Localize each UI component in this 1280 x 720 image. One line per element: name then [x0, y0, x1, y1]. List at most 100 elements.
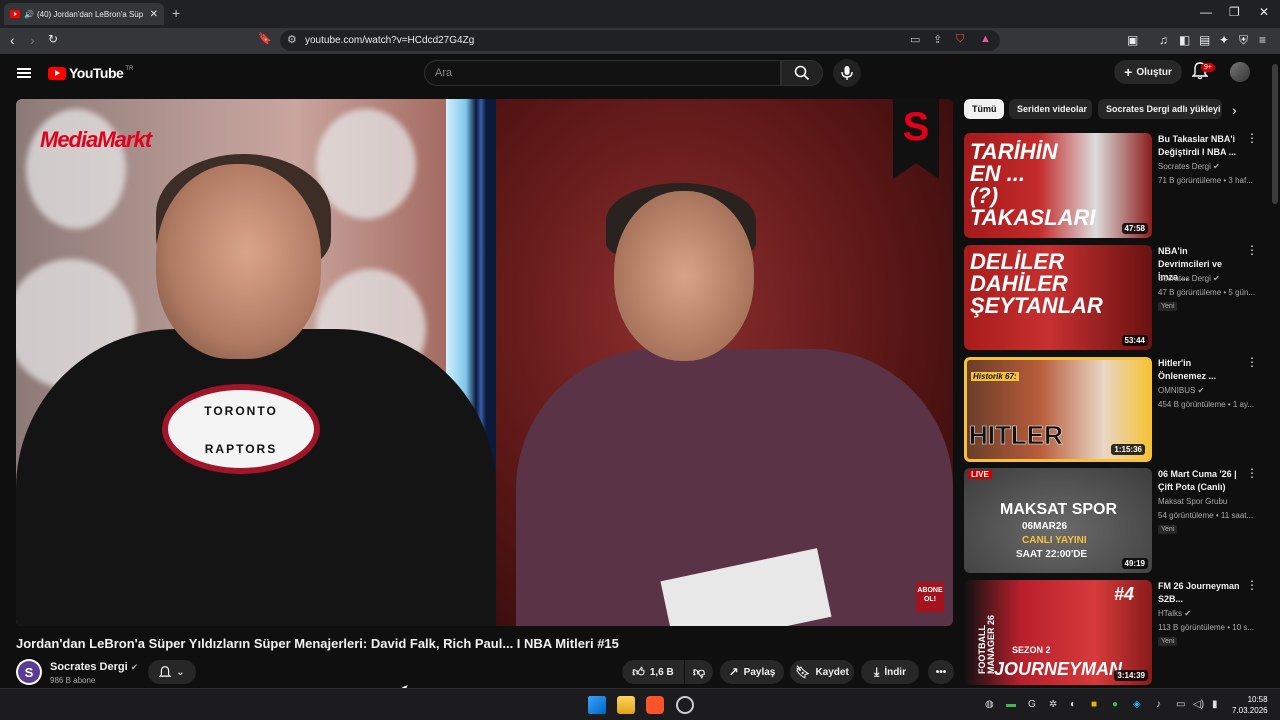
voice-search-button[interactable]	[833, 59, 861, 87]
brave-browser-icon[interactable]	[646, 696, 664, 714]
reload-icon[interactable]: ↻	[48, 32, 58, 46]
recommendation-channel[interactable]: Socrates Dergi ✔	[1158, 162, 1220, 171]
youtube-logo[interactable]: YouTube TR	[48, 65, 133, 81]
recommendation-item[interactable]: LIVE MAKSAT SPOR 06MAR26 CANLI YAYINI SA…	[964, 467, 1264, 573]
chip-uploader[interactable]: Socrates Dergi adlı yükleyi	[1098, 99, 1222, 119]
url-text[interactable]: youtube.com/watch?v=HCdcd27G4Zg	[305, 35, 474, 46]
channel-name[interactable]: Socrates Dergi ✔	[50, 661, 138, 673]
taskbar-clock[interactable]: 10:58 7.03.2026	[1232, 694, 1268, 716]
recommendation-title[interactable]: Hitler'in Önlenemez ...	[1158, 357, 1240, 383]
recommendation-channel[interactable]: OMNIBUS ✔	[1158, 386, 1204, 395]
app-icon[interactable]	[676, 696, 694, 714]
recommendation-title[interactable]: 06 Mart Cuma '26 | Çift Pota (Canlı)	[1158, 468, 1240, 494]
brave-rewards-icon[interactable]: ▲	[980, 33, 991, 45]
youtube-masthead: YouTube TR + Oluştur 9+	[0, 54, 1270, 94]
back-icon[interactable]: ‹	[10, 32, 15, 48]
menu-icon[interactable]: ≡	[1259, 33, 1266, 47]
recommendation-channel[interactable]: Socrates Dergi ✔	[1158, 274, 1220, 283]
video-thumbnail[interactable]: DELİLER DAHİLER ŞEYTANLAR 53:44	[964, 245, 1152, 350]
address-bar[interactable]: ⚙ youtube.com/watch?v=HCdcd27G4Zg ▭ ⇪ ⛉ …	[280, 30, 1000, 51]
recommendation-channel[interactable]: HTalks ✔	[1158, 609, 1191, 618]
more-vertical-icon[interactable]: ⋮	[1246, 244, 1258, 256]
recommendation-title[interactable]: FM 26 Journeyman S2B...	[1158, 580, 1240, 606]
tray-app-icon[interactable]: ◍	[985, 699, 994, 710]
tray-app-icon[interactable]: ●	[1112, 699, 1118, 710]
video-thumbnail[interactable]: Historik 67: HITLER 1:15:36	[964, 357, 1152, 462]
video-thumbnail[interactable]: FOOTBALL MANAGER 26 #4 SEZON 2 JOURNEYMA…	[964, 580, 1152, 685]
wallet-icon[interactable]: ▤	[1199, 33, 1210, 47]
account-avatar[interactable]	[1230, 62, 1250, 82]
video-player[interactable]: TORONTO RAPTORS MediaMarkt S ABONE OL!	[16, 99, 953, 626]
tray-battery-icon[interactable]: ▮	[1212, 699, 1218, 710]
notification-bell-button[interactable]: ⌄	[148, 660, 196, 684]
dislike-button[interactable]: 👎︎	[685, 660, 713, 684]
forward-icon[interactable]: ›	[30, 32, 35, 48]
browser-tab-active[interactable]: 🔊 (40) Jordan'dan LeBron'a Süp ✕	[4, 3, 164, 25]
cast-icon[interactable]: ▭	[910, 33, 920, 46]
speaker-icon[interactable]: 🔊	[24, 10, 34, 19]
share-icon: ↗	[728, 665, 739, 679]
search-button[interactable]	[781, 60, 823, 86]
share-button[interactable]: ↗ Paylaş	[720, 660, 784, 684]
subscribe-overlay[interactable]: ABONE OL!	[916, 582, 944, 612]
search-box[interactable]	[424, 60, 781, 86]
recommendation-channel[interactable]: Maksat Spor Grubu	[1158, 497, 1227, 506]
new-badge: Yeni	[1158, 302, 1178, 311]
site-info-icon[interactable]: ⚙	[287, 33, 297, 46]
more-horizontal-icon: •••	[935, 666, 947, 678]
more-actions-button[interactable]: •••	[928, 660, 954, 684]
restore-icon[interactable]: ❐	[1229, 5, 1240, 19]
new-tab-icon[interactable]: +	[172, 5, 180, 21]
download-button[interactable]: ⤓ İndir	[861, 660, 919, 684]
tray-volume-icon[interactable]: ◁)	[1193, 699, 1204, 710]
sidebar-icon[interactable]: ◧	[1179, 33, 1190, 47]
recommendation-item[interactable]: TARİHİN EN ... (?) TAKASLARI 47:58 Bu Ta…	[964, 132, 1264, 238]
more-vertical-icon[interactable]: ⋮	[1246, 132, 1258, 144]
recommendation-item[interactable]: Historik 67: HITLER 1:15:36 Hitler'in Ön…	[964, 356, 1264, 462]
save-button[interactable]: 🔖︎ Kaydet	[790, 660, 854, 684]
video-thumbnail[interactable]: LIVE MAKSAT SPOR 06MAR26 CANLI YAYINI SA…	[964, 468, 1152, 573]
tray-app-icon[interactable]: ■	[1091, 699, 1097, 710]
tab-close-icon[interactable]: ✕	[150, 9, 158, 20]
guide-menu-icon[interactable]	[17, 68, 31, 78]
brave-shield-icon[interactable]: ⛉	[956, 33, 964, 46]
leo-ai-icon[interactable]: ✦	[1219, 33, 1229, 47]
like-button[interactable]: 👍︎ 1,6 B	[622, 660, 684, 684]
recommendation-item[interactable]: DELİLER DAHİLER ŞEYTANLAR 53:44 NBA'in D…	[964, 244, 1264, 350]
tray-app-icon[interactable]: G	[1028, 699, 1036, 710]
recommendation-channel-name: Socrates Dergi	[1158, 274, 1211, 283]
window-close-icon[interactable]: ✕	[1259, 5, 1269, 19]
more-vertical-icon[interactable]: ⋮	[1246, 356, 1258, 368]
more-vertical-icon[interactable]: ⋮	[1246, 467, 1258, 479]
recommendation-item[interactable]: FOOTBALL MANAGER 26 #4 SEZON 2 JOURNEYMA…	[964, 579, 1264, 685]
chevron-right-icon[interactable]: ›	[1232, 102, 1237, 118]
chip-series[interactable]: Seriden videolar	[1009, 99, 1092, 119]
tray-network-icon[interactable]: ▭	[1176, 699, 1185, 710]
bookmark-icon[interactable]: 🔖	[258, 32, 272, 45]
verified-icon: ✔	[1184, 609, 1191, 618]
video-thumbnail[interactable]: TARİHİN EN ... (?) TAKASLARI 47:58	[964, 133, 1152, 238]
page-scrollbar[interactable]	[1270, 54, 1280, 688]
search-input[interactable]	[435, 67, 755, 79]
windows-start-icon[interactable]	[588, 696, 606, 714]
reader-mode-icon[interactable]: ▣	[1127, 33, 1138, 47]
file-explorer-icon[interactable]	[617, 696, 635, 714]
recommendation-title[interactable]: Bu Takaslar NBA'i Değiştirdi I NBA ...	[1158, 133, 1240, 159]
tray-app-icon[interactable]: ◐	[1070, 699, 1076, 710]
tray-app-icon[interactable]: ◈	[1133, 699, 1141, 710]
tray-app-icon[interactable]: ✲	[1049, 699, 1057, 710]
recommendation-channel-name: Socrates Dergi	[1158, 162, 1211, 171]
channel-avatar[interactable]: S	[16, 659, 42, 685]
scrollbar-thumb[interactable]	[1272, 64, 1278, 204]
more-vertical-icon[interactable]: ⋮	[1246, 579, 1258, 591]
clock-time: 10:58	[1247, 695, 1268, 704]
tray-nvidia-icon[interactable]: ▬	[1006, 699, 1016, 710]
minimize-icon[interactable]: —	[1200, 5, 1212, 19]
tray-mic-icon[interactable]: ♪	[1156, 699, 1161, 710]
share-page-icon[interactable]: ⇪	[933, 33, 942, 46]
create-button[interactable]: + Oluştur	[1114, 60, 1182, 84]
thumbnail-subtext: 06MAR26	[1022, 521, 1068, 532]
vpn-icon[interactable]: ⛨	[1239, 33, 1248, 48]
chip-all[interactable]: Tümü	[964, 99, 1004, 119]
media-icon[interactable]: ♫	[1159, 33, 1168, 47]
